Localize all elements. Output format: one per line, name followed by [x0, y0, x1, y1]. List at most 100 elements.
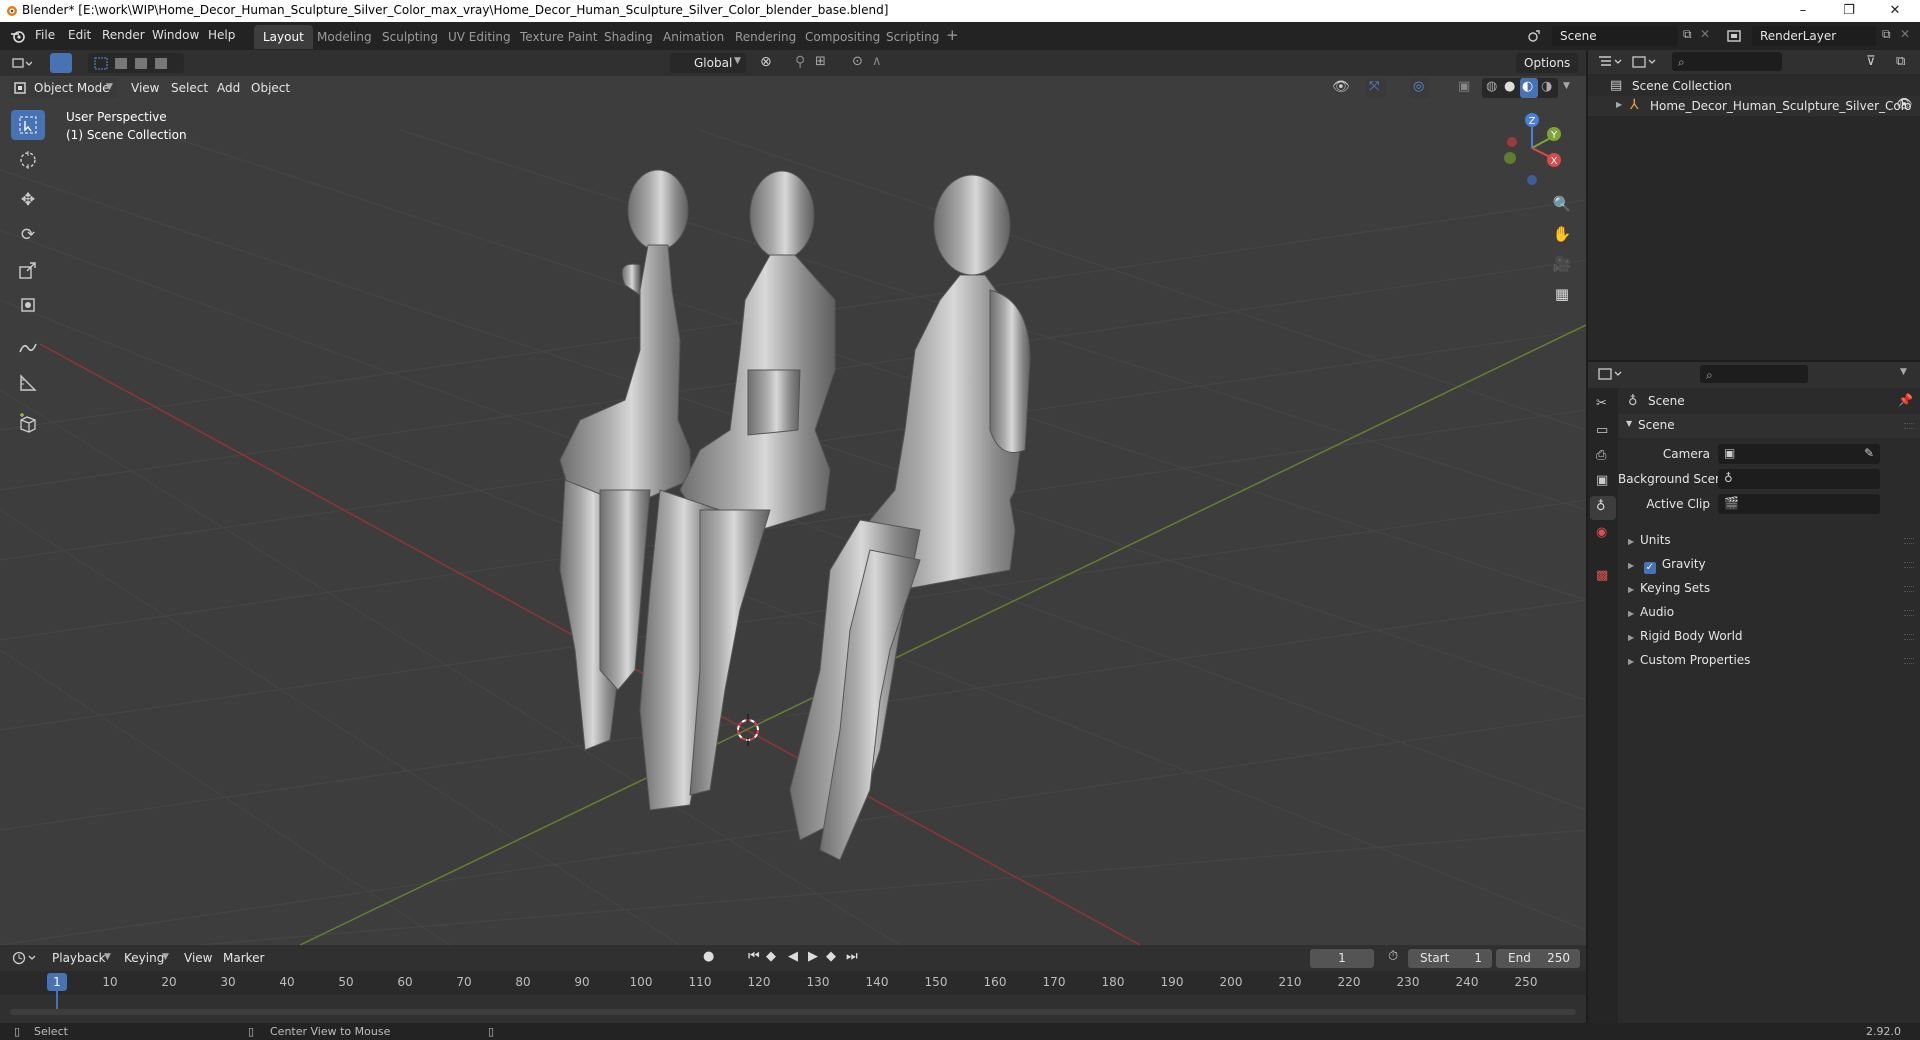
texture-tab-icon[interactable]: ▩ — [1596, 568, 1608, 583]
world-tab-icon[interactable]: ◉ — [1596, 525, 1607, 540]
rotate-tool[interactable]: ⟳ — [11, 220, 45, 250]
drag-grip-icon[interactable] — [1904, 562, 1914, 568]
snap-target-icon[interactable]: ⊞ — [815, 54, 826, 69]
play-reverse-icon[interactable]: ◀ — [788, 949, 798, 964]
pivot-point-icon[interactable]: ⊗ — [760, 54, 772, 70]
gravity-checkbox[interactable]: ✓ — [1643, 562, 1656, 574]
display-mode-icon[interactable] — [1632, 55, 1658, 69]
add-cube-tool[interactable] — [11, 408, 45, 438]
menu-view[interactable]: View — [131, 81, 159, 95]
cursor-tool[interactable] — [11, 145, 45, 175]
menu-marker[interactable]: Marker — [223, 951, 264, 965]
eye-icon[interactable]: 👁 — [1896, 97, 1913, 112]
close-window-button[interactable]: ✕ — [1872, 0, 1918, 22]
chevron-down-icon[interactable]: ▼ — [1563, 81, 1570, 91]
3d-viewport[interactable]: Global ▼ ⊗ ⚲ ⊞ ⊙ ∧ Options Object Mode ▼… — [0, 50, 1586, 945]
preview-range-icon[interactable]: ⏱ — [1388, 949, 1398, 964]
outliner-row-scene-collection[interactable]: ▤ Scene Collection — [1588, 76, 1920, 96]
scene-icon[interactable] — [1526, 28, 1542, 44]
blender-menu-icon[interactable] — [10, 29, 26, 43]
minimize-button[interactable]: – — [1780, 0, 1826, 22]
measure-tool[interactable] — [11, 368, 45, 398]
xray-icon[interactable]: ▣ — [1458, 79, 1470, 94]
restore-button[interactable]: ❐ — [1826, 0, 1872, 22]
new-scene-icon[interactable]: ⧉ — [1683, 27, 1692, 42]
prev-keyframe-icon[interactable]: ◆ — [766, 949, 776, 964]
view-layer-icon[interactable] — [1726, 28, 1742, 44]
tab-texture-paint[interactable]: Texture Paint — [511, 25, 606, 49]
drag-grip-icon[interactable] — [1904, 610, 1914, 616]
expand-arrow-icon[interactable]: ▶ — [1616, 100, 1622, 109]
tab-animation[interactable]: Animation — [654, 25, 733, 49]
drag-grip-icon[interactable] — [1904, 586, 1914, 592]
start-frame-field[interactable]: Start 1 — [1408, 949, 1492, 968]
pin-icon[interactable]: 📌 — [1898, 393, 1913, 407]
audio-panel[interactable]: ▶ Audio — [1628, 605, 1674, 619]
rendered-shading-icon[interactable]: ◑ — [1541, 79, 1552, 94]
drag-grip-icon[interactable] — [1904, 658, 1914, 664]
menu-select[interactable]: Select — [171, 81, 208, 95]
menu-view[interactable]: View — [184, 951, 212, 965]
solid-shading-icon[interactable]: ● — [1504, 79, 1515, 94]
keying-sets-panel[interactable]: ▶ Keying Sets — [1628, 581, 1710, 595]
view-layer-tab-icon[interactable]: ▣ — [1596, 473, 1608, 488]
navigation-gizmo[interactable]: Z Y X — [1494, 108, 1564, 188]
jump-start-icon[interactable]: ⏮ — [748, 949, 760, 964]
menu-window[interactable]: Window — [152, 28, 199, 42]
scene-panel-header[interactable]: ▼ Scene — [1618, 414, 1920, 438]
tab-modeling[interactable]: Modeling — [308, 25, 381, 49]
scene-name-field[interactable]: Scene — [1552, 26, 1678, 46]
new-view-layer-icon[interactable]: ⧉ — [1882, 27, 1891, 42]
timeline-editor-type-icon[interactable] — [12, 951, 38, 965]
current-frame-field[interactable]: 1 — [1310, 949, 1374, 968]
delete-view-layer-icon[interactable]: ✕ — [1900, 27, 1910, 41]
background-scene-field[interactable]: ♁ — [1718, 469, 1880, 489]
camera-field[interactable]: ▣ ✎ — [1718, 444, 1880, 464]
next-keyframe-icon[interactable]: ◆ — [826, 949, 836, 964]
select-tool-mode-icon[interactable] — [50, 53, 72, 73]
play-icon[interactable]: ▶ — [808, 949, 818, 964]
zoom-view-button[interactable]: 🔍 — [1548, 190, 1576, 218]
annotate-tool[interactable] — [11, 332, 45, 362]
ortho-toggle-button[interactable]: ▦ — [1548, 280, 1576, 308]
visibility-icon[interactable]: 👁 — [1332, 79, 1350, 95]
menu-edit[interactable]: Edit — [68, 28, 91, 42]
add-workspace-icon[interactable]: + — [946, 26, 959, 44]
snap-icon[interactable]: ⚲ — [795, 54, 805, 70]
drag-grip-icon[interactable] — [1904, 423, 1914, 429]
timeline-scrollbar[interactable] — [10, 1009, 1576, 1015]
menu-object[interactable]: Object — [251, 81, 290, 95]
menu-help[interactable]: Help — [208, 28, 235, 42]
custom-properties-panel[interactable]: ▶ Custom Properties — [1628, 653, 1750, 667]
outliner-search-input[interactable]: ⌕ — [1672, 52, 1782, 71]
tab-compositing[interactable]: Compositing — [796, 25, 889, 49]
jump-end-icon[interactable]: ⏭ — [846, 949, 858, 964]
menu-file[interactable]: File — [35, 28, 55, 42]
outliner-editor-type-icon[interactable] — [1598, 55, 1624, 69]
menu-playback[interactable]: Playback — [52, 951, 106, 965]
tab-sculpting[interactable]: Sculpting — [373, 25, 447, 49]
scale-tool[interactable] — [11, 255, 45, 285]
drag-grip-icon[interactable] — [1904, 634, 1914, 640]
move-tool[interactable]: ✥ — [11, 185, 45, 215]
tab-layout[interactable]: Layout — [254, 25, 313, 49]
menu-add[interactable]: Add — [217, 81, 240, 95]
tab-scripting[interactable]: Scripting — [877, 25, 948, 49]
gravity-panel[interactable]: ▶ ✓ Gravity — [1628, 557, 1706, 574]
tab-shading[interactable]: Shading — [595, 25, 662, 49]
filter-icon[interactable]: ⊽ — [1866, 54, 1876, 69]
view-layer-field[interactable]: RenderLayer — [1752, 26, 1876, 46]
camera-view-button[interactable]: 🎥 — [1548, 250, 1576, 278]
tool-tab-icon[interactable]: ✂ — [1596, 396, 1607, 411]
transform-tool[interactable] — [11, 290, 45, 320]
wireframe-shading-icon[interactable]: ◍ — [1486, 79, 1497, 94]
tab-uv-editing[interactable]: UV Editing — [439, 25, 520, 49]
chevron-down-icon[interactable]: ▼ — [1900, 367, 1907, 377]
eyedropper-icon[interactable]: ✎ — [1864, 446, 1874, 460]
properties-editor-type-icon[interactable] — [1598, 367, 1624, 381]
active-clip-field[interactable]: 🎬 — [1718, 494, 1880, 514]
auto-keying-icon[interactable]: ● — [703, 949, 714, 964]
menu-render[interactable]: Render — [102, 28, 145, 42]
delete-scene-icon[interactable]: ✕ — [1700, 27, 1710, 41]
new-collection-icon[interactable]: ⧉ — [1896, 54, 1905, 69]
